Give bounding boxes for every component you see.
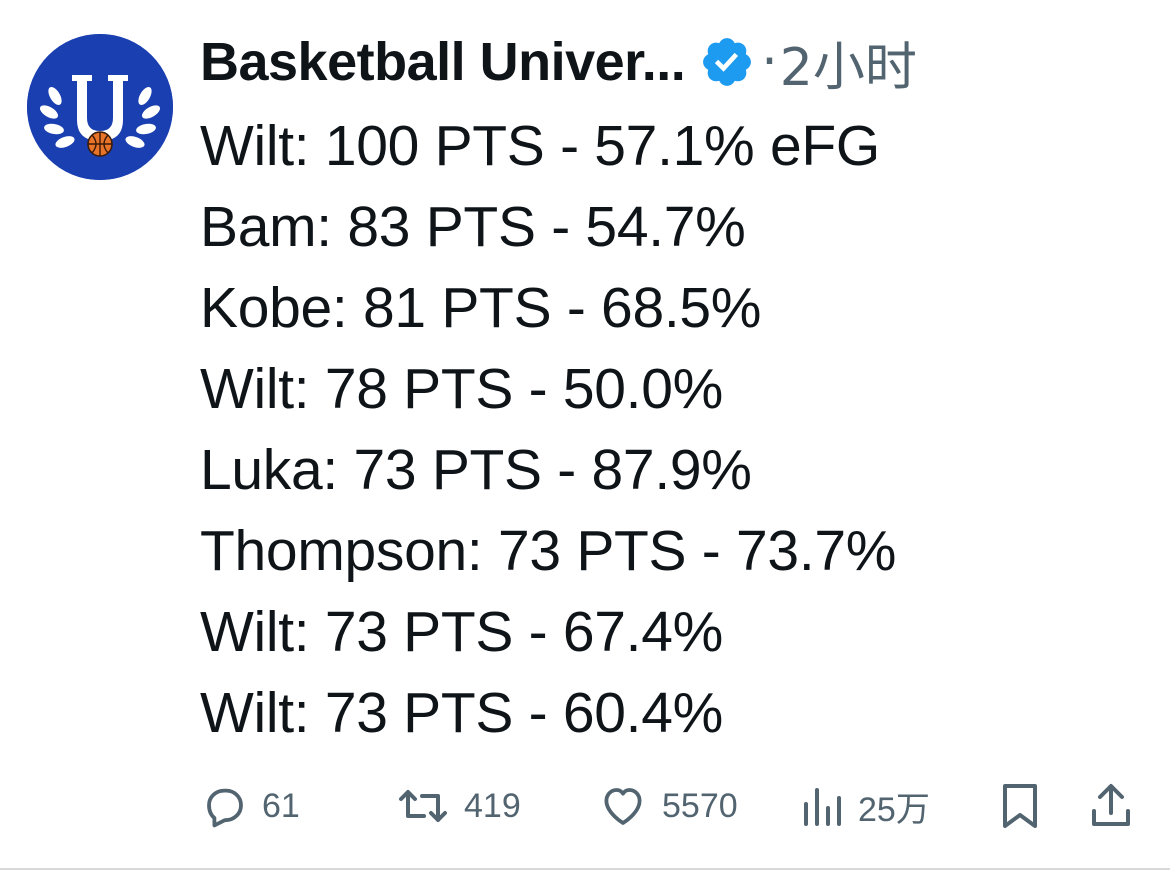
like-button[interactable]: 5570 — [598, 776, 738, 836]
verified-badge-icon[interactable] — [699, 34, 755, 90]
author-avatar[interactable] — [27, 34, 173, 180]
retweet-icon — [399, 790, 447, 822]
tweet-line: Wilt: 100 PTS - 57.1% eFG — [200, 114, 880, 178]
views-count: 25万 — [858, 790, 930, 829]
tweet-line: Wilt: 73 PTS - 67.4% — [200, 600, 724, 664]
divider — [0, 868, 1170, 870]
bookmark-button[interactable] — [998, 776, 1042, 836]
like-count: 5570 — [662, 786, 738, 825]
share-button[interactable] — [1088, 776, 1134, 836]
tweet-separator: · — [761, 32, 778, 92]
tweet-text: Wilt: 100 PTS - 57.1% eFG Bam: 83 PTS - … — [200, 106, 896, 754]
views-button[interactable]: 25万 — [800, 776, 930, 836]
reply-icon — [207, 788, 243, 828]
basketball-university-logo-icon — [27, 34, 173, 180]
tweet-action-bar: 61 419 5570 25万 — [0, 776, 1170, 836]
tweet-line: Wilt: 78 PTS - 50.0% — [200, 357, 724, 421]
tweet-line: Luka: 73 PTS - 87.9% — [200, 438, 752, 502]
reply-count: 61 — [262, 786, 300, 825]
tweet-time[interactable]: 2小时 — [780, 25, 917, 100]
tweet-line: Bam: 83 PTS - 54.7% — [200, 195, 746, 259]
views-icon — [804, 788, 841, 826]
reply-button[interactable]: 61 — [200, 776, 300, 836]
share-icon — [1092, 784, 1130, 826]
tweet-line: Thompson: 73 PTS - 73.7% — [200, 519, 897, 583]
tweet-line: Wilt: 73 PTS - 60.4% — [200, 681, 724, 745]
retweet-button[interactable]: 419 — [396, 776, 521, 836]
tweet-line: Kobe: 81 PTS - 68.5% — [200, 276, 762, 340]
heart-icon — [604, 788, 642, 825]
tweet-header: Basketball Univer... · 2小时 — [200, 30, 917, 98]
bookmark-icon — [1003, 784, 1037, 828]
author-name[interactable]: Basketball Univer... — [200, 31, 686, 93]
retweet-count: 419 — [464, 786, 521, 825]
